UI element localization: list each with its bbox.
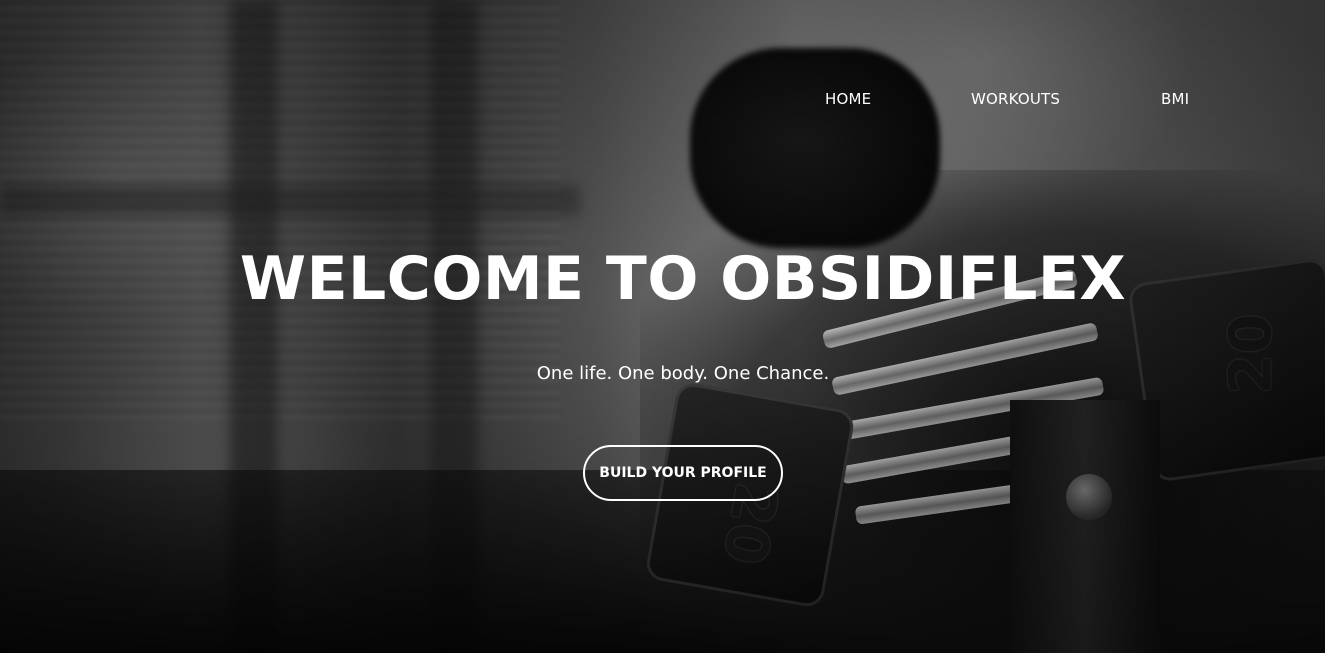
nav-item-workouts[interactable]: WORKOUTS: [971, 90, 1060, 108]
hero-subtitle: One life. One body. One Chance.: [536, 363, 830, 384]
build-profile-button[interactable]: BUILD YOUR PROFILE: [583, 445, 783, 501]
nav-item-home[interactable]: HOME: [825, 90, 871, 108]
nav-item-bmi[interactable]: BMI: [1161, 90, 1189, 108]
hero-section: 20 20 HOME WORKOUTS BMI WELCOME TO OBSID…: [0, 0, 1325, 653]
top-navigation: HOME WORKOUTS BMI: [0, 90, 1325, 114]
hero-title: WELCOME TO OBSIDIFLEX: [239, 244, 1127, 314]
